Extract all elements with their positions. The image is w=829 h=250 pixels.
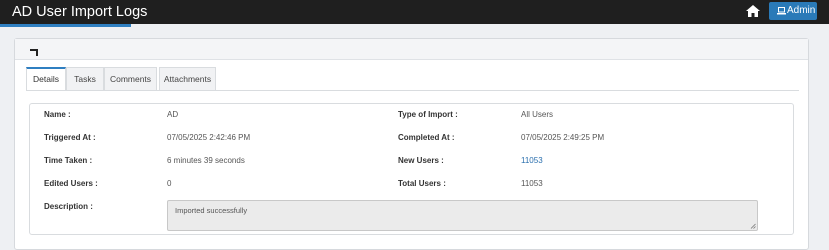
log-detail-card: Details Tasks Comments Attachments Name … — [14, 38, 809, 250]
tab-comments[interactable]: Comments — [104, 67, 157, 90]
home-icon[interactable] — [745, 4, 761, 18]
active-nav-indicator — [0, 24, 131, 27]
top-bar: AD User Import Logs Admin — [0, 0, 829, 24]
resize-grip-icon[interactable] — [750, 223, 756, 229]
back-arrow-icon[interactable] — [28, 45, 40, 56]
time-taken-label: Time Taken : — [44, 156, 93, 165]
total-users-label: Total Users : — [398, 179, 446, 188]
new-users-link[interactable]: 11053 — [521, 156, 543, 165]
name-label: Name : — [44, 110, 71, 119]
type-of-import-value: All Users — [521, 110, 554, 119]
description-label: Description : — [44, 202, 93, 211]
description-text: Imported successfully — [175, 206, 248, 215]
tab-details[interactable]: Details — [26, 67, 66, 90]
time-taken-value: 6 minutes 39 seconds — [167, 156, 245, 165]
details-panel: Name : AD Type of Import : All Users Tri… — [29, 103, 794, 235]
tab-attachments[interactable]: Attachments — [159, 67, 216, 90]
tab-tasks[interactable]: Tasks — [66, 67, 104, 90]
completed-at-label: Completed At : — [398, 133, 455, 142]
name-value: AD — [167, 110, 179, 119]
admin-button-label: Admin — [787, 5, 816, 16]
page-title: AD User Import Logs — [12, 4, 148, 20]
new-users-label: New Users : — [398, 156, 444, 165]
tab-divider — [26, 90, 799, 91]
triggered-at-label: Triggered At : — [44, 133, 96, 142]
card-toolbar — [15, 39, 808, 60]
completed-at-value: 07/05/2025 2:49:25 PM — [521, 133, 605, 142]
total-users-value: 11053 — [521, 179, 543, 188]
laptop-icon — [777, 7, 786, 15]
type-of-import-label: Type of Import : — [398, 110, 458, 119]
description-textarea[interactable]: Imported successfully — [167, 200, 758, 231]
triggered-at-value: 07/05/2025 2:42:46 PM — [167, 133, 251, 142]
edited-users-label: Edited Users : — [44, 179, 98, 188]
edited-users-value: 0 — [167, 179, 172, 188]
admin-button[interactable]: Admin — [769, 2, 817, 20]
